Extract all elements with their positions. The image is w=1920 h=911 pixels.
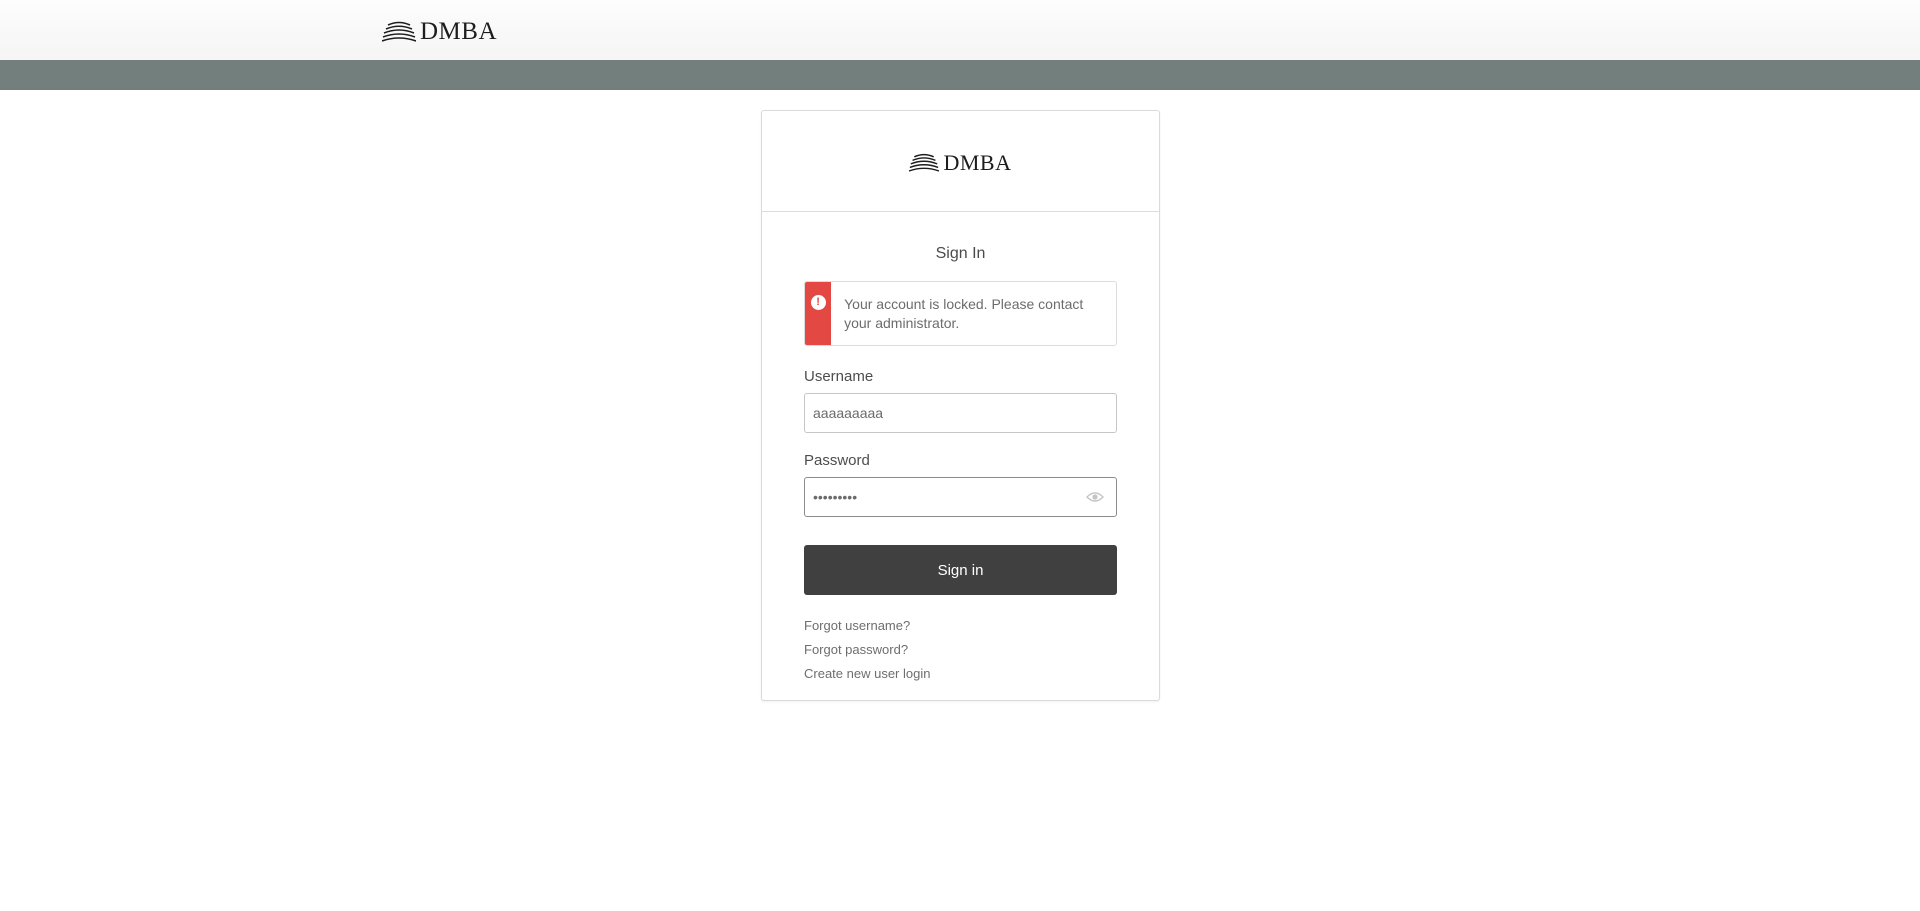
header-logo-text: DMBA xyxy=(420,18,498,45)
alert-message: Your account is locked. Please contact y… xyxy=(844,296,1084,331)
header-band xyxy=(0,60,1920,90)
header-logo[interactable]: DMBA xyxy=(382,18,497,46)
signin-card: DMBA Sign In ! Your account is locked. P… xyxy=(761,110,1160,701)
forgot-password-link[interactable]: Forgot password? xyxy=(804,638,1117,662)
username-field-wrap xyxy=(804,393,1117,433)
alert-bar: ! xyxy=(805,282,832,345)
eye-icon[interactable] xyxy=(1086,490,1104,504)
dmba-logo-icon xyxy=(909,153,940,172)
username-label: Username xyxy=(804,368,874,385)
exclamation-icon: ! xyxy=(810,295,826,310)
top-navbar: DMBA xyxy=(0,0,1920,60)
password-label: Password xyxy=(804,452,870,469)
card-logo: DMBA xyxy=(909,150,1011,176)
card-header: DMBA xyxy=(762,111,1159,212)
card-body: Sign In ! Your account is locked. Please… xyxy=(762,245,1159,686)
sign-in-button[interactable]: Sign in xyxy=(804,545,1117,595)
card-logo-text: DMBA xyxy=(943,150,1012,175)
error-alert: ! Your account is locked. Please contact… xyxy=(804,281,1117,346)
password-input[interactable] xyxy=(805,478,1116,516)
password-field-wrap xyxy=(804,477,1117,517)
username-input[interactable] xyxy=(805,394,1116,432)
dmba-logo-icon xyxy=(382,21,416,42)
create-user-login-link[interactable]: Create new user login xyxy=(804,662,1117,686)
help-links: Forgot username? Forgot password? Create… xyxy=(804,614,1117,686)
forgot-username-link[interactable]: Forgot username? xyxy=(804,614,1117,638)
page-title: Sign In xyxy=(935,245,986,262)
